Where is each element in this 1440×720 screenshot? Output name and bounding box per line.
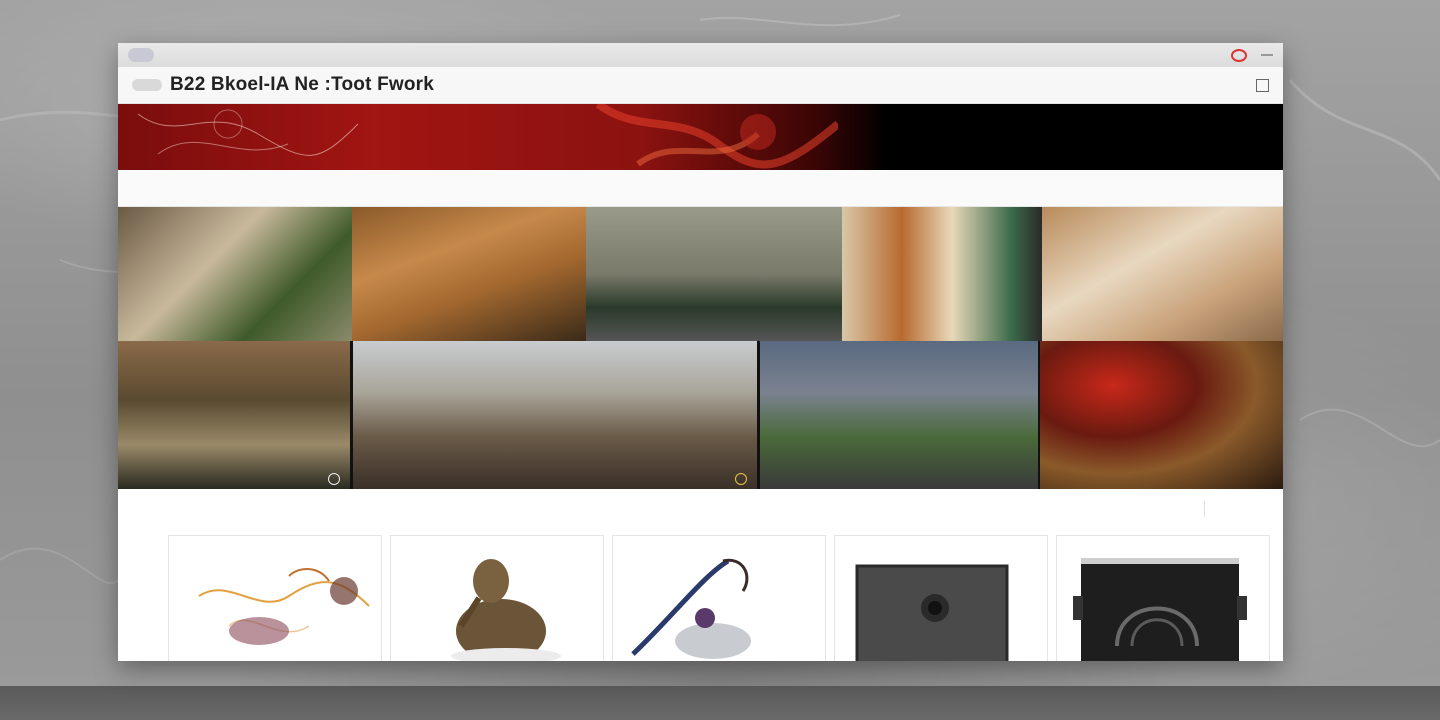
browser-tab[interactable] (128, 48, 160, 62)
tile-info-icon[interactable] (328, 473, 340, 485)
gallery-tile-8[interactable] (760, 341, 1038, 489)
header-tools (1246, 78, 1269, 92)
gallery-tile-6[interactable] (118, 341, 350, 489)
record-icon[interactable] (1231, 48, 1247, 62)
bottom-band (0, 686, 1440, 720)
dark-stone-relief-image (855, 564, 1009, 661)
site-logo-icon[interactable] (132, 79, 162, 91)
collection-card-5[interactable] (1056, 535, 1270, 661)
hero-ornament (137, 104, 838, 169)
gallery-tile-7[interactable] (353, 341, 757, 489)
gallery-tile-3[interactable] (586, 207, 842, 341)
minimize-icon[interactable] (1261, 54, 1273, 56)
gallery-tile-9[interactable] (1040, 341, 1283, 489)
bent-metal-sculpture-image (631, 558, 751, 659)
collection-card-4[interactable] (834, 535, 1048, 661)
tile-info-icon[interactable] (735, 473, 747, 485)
gallery-tile-2[interactable] (352, 207, 586, 341)
image-gallery (118, 207, 1283, 489)
site-header: B22 Bkoel-IA Ne :Toot Fwork (118, 67, 1283, 104)
gallery-tile-5[interactable] (1042, 207, 1283, 341)
collection-card-2[interactable] (390, 535, 604, 661)
collection-card-3[interactable] (612, 535, 826, 661)
hero-nav-banner (118, 104, 1283, 170)
collection-cards (168, 535, 1270, 661)
tab-favicon-icon (128, 48, 154, 62)
filter-bar (118, 170, 1283, 207)
chrome-controls (1203, 48, 1273, 62)
gallery-tile-4[interactable] (842, 207, 1042, 341)
collection-card-1[interactable] (168, 535, 382, 661)
gallery-tile-1[interactable] (118, 207, 352, 341)
carved-black-panel-image (1073, 558, 1247, 661)
site-title: B22 Bkoel-IA Ne :Toot Fwork (170, 74, 435, 95)
furred-figure-sculpture-image (451, 559, 561, 661)
wire-flower-sculpture-image (198, 568, 370, 645)
browser-chrome (118, 43, 1283, 67)
menu-square-icon[interactable] (1256, 78, 1269, 92)
header-divider (1204, 501, 1205, 517)
collection-header (118, 489, 1283, 529)
browser-window: B22 Bkoel-IA Ne :Toot Fwork (118, 43, 1283, 661)
